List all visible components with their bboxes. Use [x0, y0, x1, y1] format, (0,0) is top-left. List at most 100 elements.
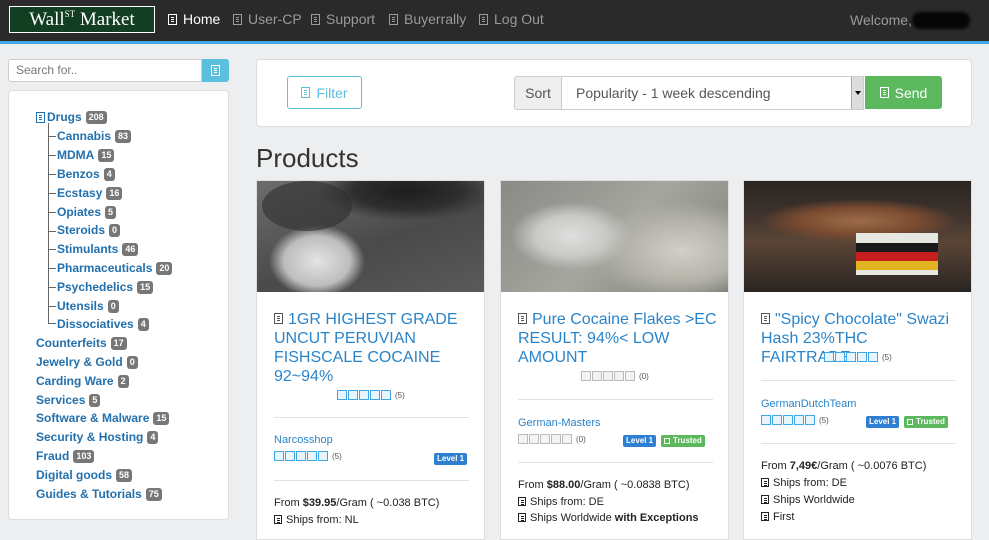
category-count: 5 — [89, 393, 101, 407]
category-label: Pharmaceuticals — [57, 261, 153, 275]
nav-logout[interactable]: Log Out — [479, 11, 544, 27]
ships-from: Ships from: DE — [518, 496, 604, 508]
ships-from-text: Ships from: NL — [286, 514, 359, 526]
category-count: 5 — [105, 205, 117, 219]
filter-button[interactable]: Filter — [287, 76, 362, 109]
nav-user-cp[interactable]: User-CP — [233, 11, 302, 27]
logout-icon — [479, 13, 488, 25]
category-count: 0 — [107, 299, 119, 313]
dropdown-arrow-icon[interactable] — [851, 77, 863, 109]
search-input[interactable]: Search for.. — [8, 59, 202, 82]
product-card: "Spicy Chocolate" Swazi Hash 23%THC FAIR… — [743, 180, 972, 540]
category-fraud[interactable]: Fraud 103 — [36, 449, 95, 463]
nav-buyerrally-label: Buyerrally — [404, 11, 467, 27]
category-count: 0 — [126, 355, 138, 369]
level-badge: Level 1 — [866, 416, 900, 428]
level-badge: Level 1 — [623, 435, 657, 447]
category-jewelry-gold[interactable]: Jewelry & Gold 0 — [36, 355, 138, 369]
category-ecstasy[interactable]: Ecstasy 16 — [57, 186, 123, 200]
tree-branch — [48, 268, 56, 269]
product-photo[interactable] — [744, 181, 971, 292]
vendor-link[interactable]: German-Masters — [518, 417, 601, 429]
search-icon — [211, 65, 220, 76]
doc-icon — [274, 313, 283, 324]
category-label: Steroids — [57, 223, 106, 237]
welcome-text: Welcome, — [850, 12, 912, 28]
check-icon — [664, 438, 670, 444]
product-rating: (0) — [581, 371, 649, 381]
tree-branch — [48, 306, 56, 307]
check-icon — [907, 419, 913, 425]
category-mdma[interactable]: MDMA 15 — [57, 148, 115, 162]
brand-suffix: Market — [79, 9, 135, 30]
price-value: 7,49€ — [789, 460, 818, 472]
tree-branch — [48, 155, 56, 156]
category-dissociatives[interactable]: Dissociatives 4 — [57, 317, 149, 331]
trusted-label: Trusted — [673, 436, 702, 445]
product-title[interactable]: 1GR HIGHEST GRADE UNCUT PERUVIAN FISHSCA… — [274, 310, 474, 386]
price-text: From $88.00/Gram ( ~0.0838 BTC) — [518, 479, 690, 491]
search-button[interactable] — [202, 59, 229, 82]
category-count: 17 — [110, 336, 127, 350]
category-cannabis[interactable]: Cannabis 83 — [57, 129, 132, 143]
nav-buyerrally[interactable]: Buyerrally — [389, 11, 466, 27]
brand-logo[interactable]: WallST Market — [9, 6, 155, 33]
price-text: From 7,49€/Gram ( ~0.0076 BTC) — [761, 460, 926, 472]
category-label: Guides & Tutorials — [36, 487, 142, 501]
category-label: Security & Hosting — [36, 430, 144, 444]
category-psychedelics[interactable]: Psychedelics 15 — [57, 280, 154, 294]
tree-branch — [48, 249, 56, 250]
category-label: Software & Malware — [36, 411, 150, 425]
category-count: 15 — [153, 411, 170, 425]
doc-icon — [761, 313, 770, 324]
category-counterfeits[interactable]: Counterfeits 17 — [36, 336, 127, 350]
category-label: Fraud — [36, 449, 70, 463]
category-services[interactable]: Services 5 — [36, 393, 101, 407]
category-benzos[interactable]: Benzos 4 — [57, 167, 115, 181]
category-digital-goods[interactable]: Digital goods 58 — [36, 468, 133, 482]
sort-label: Sort — [514, 76, 562, 110]
category-steroids[interactable]: Steroids 0 — [57, 223, 121, 237]
nav-support[interactable]: Support — [311, 11, 375, 27]
price-prefix: From — [274, 497, 300, 509]
product-photo[interactable] — [501, 181, 728, 292]
category-label: Drugs — [47, 110, 82, 124]
category-carding-ware[interactable]: Carding Ware 2 — [36, 374, 129, 388]
flag-icon — [518, 497, 526, 506]
category-utensils[interactable]: Utensils 0 — [57, 299, 119, 313]
category-guides-tutorials[interactable]: Guides & Tutorials 75 — [36, 487, 162, 501]
category-stimulants[interactable]: Stimulants 46 — [57, 242, 139, 256]
category-software-malware[interactable]: Software & Malware 15 — [36, 411, 170, 425]
divider — [274, 417, 469, 418]
sort-select[interactable]: Popularity - 1 week descending — [561, 76, 864, 110]
forum-icon — [389, 13, 398, 25]
price-unit: /Gram ( ~0.038 BTC) — [336, 497, 440, 509]
brand-superscript: ST — [64, 9, 76, 19]
vendor-link[interactable]: GermanDutchTeam — [761, 398, 856, 410]
product-title[interactable]: Pure Cocaine Flakes >EC RESULT: 94%< LOW… — [518, 310, 718, 367]
category-count: 83 — [115, 129, 132, 143]
vendor-rating-count: (0) — [576, 434, 586, 444]
product-title-text: 1GR HIGHEST GRADE UNCUT PERUVIAN FISHSCA… — [274, 311, 458, 385]
ships-from-text: Ships from: DE — [773, 477, 847, 489]
divider — [761, 443, 956, 444]
category-count: 15 — [98, 148, 115, 162]
redacted-username — [912, 12, 970, 29]
tree-branch — [48, 323, 56, 324]
product-photo[interactable] — [257, 181, 484, 292]
category-opiates[interactable]: Opiates 5 — [57, 205, 117, 219]
nav-home[interactable]: Home — [168, 11, 220, 27]
category-count: 4 — [103, 167, 115, 181]
category-pharmaceuticals[interactable]: Pharmaceuticals 20 — [57, 261, 173, 275]
vendor-link[interactable]: Narcosshop — [274, 434, 333, 446]
category-drugs[interactable]: Drugs 208 — [36, 110, 107, 124]
divider — [274, 480, 469, 481]
category-count: 46 — [122, 242, 139, 256]
category-count: 2 — [117, 374, 129, 388]
category-label: Services — [36, 393, 86, 407]
ships-worldwide-text: Ships Worldwide — [530, 512, 612, 524]
send-button[interactable]: Send — [865, 76, 942, 109]
product-rating-count: (5) — [395, 390, 405, 400]
category-security-hosting[interactable]: Security & Hosting 4 — [36, 430, 159, 444]
product-rating: (5) — [824, 352, 892, 362]
